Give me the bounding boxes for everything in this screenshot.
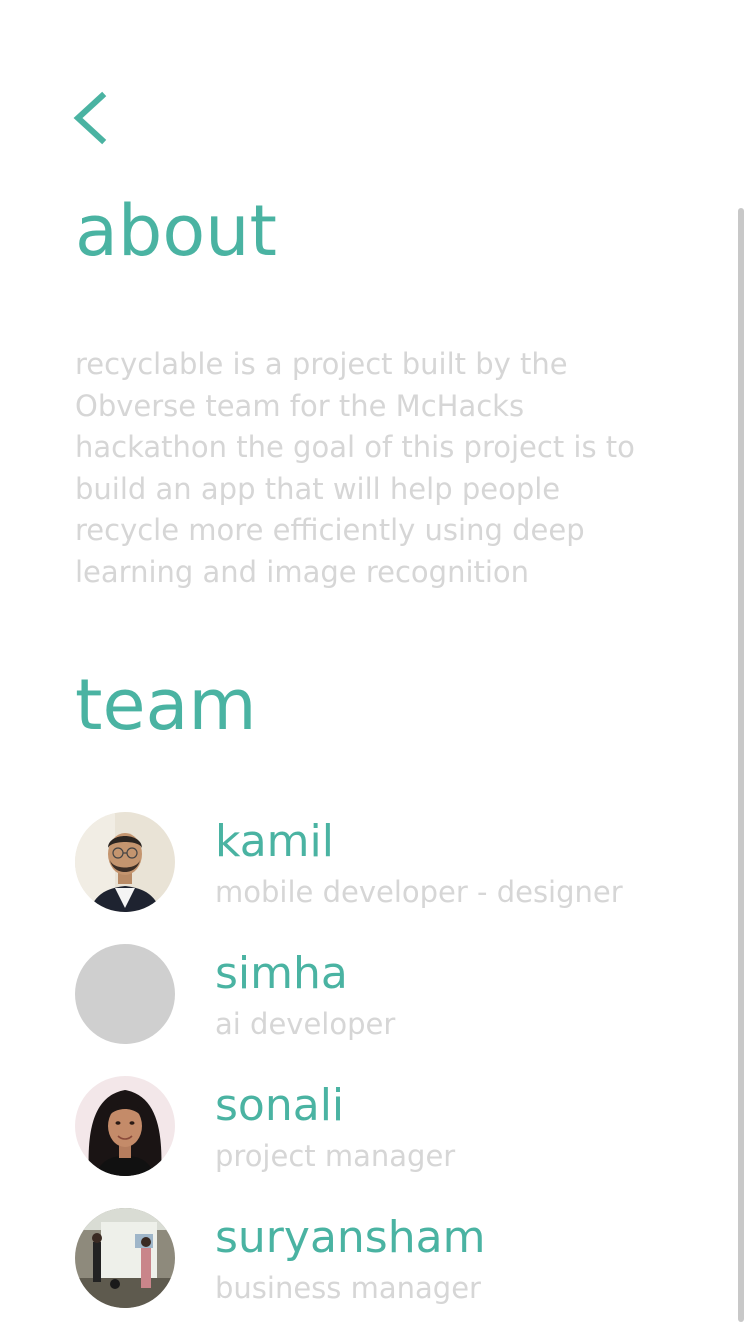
team-member-kamil[interactable]: kamil mobile developer - designer [75,812,675,912]
back-button[interactable] [70,88,118,148]
team-member-sonali[interactable]: sonali project manager [75,1076,675,1176]
member-role: business manager [215,1271,481,1305]
about-title: about [75,190,277,272]
member-role: project manager [215,1139,456,1173]
member-role: mobile developer - designer [215,875,623,909]
team-member-simha[interactable]: simha ai developer [75,944,675,1044]
scrollbar[interactable] [738,208,744,1322]
team-member-suryansham[interactable]: suryansham business manager [75,1208,675,1308]
avatar [75,1208,175,1308]
member-role: ai developer [215,1007,396,1041]
chevron-left-icon [73,91,107,145]
member-name: sonali [215,1080,345,1131]
member-name: suryansham [215,1212,486,1263]
member-name: simha [215,948,348,999]
avatar-placeholder [75,944,175,1044]
member-name: kamil [215,816,334,867]
about-description: recyclable is a project built by the Obv… [75,347,635,589]
avatar [75,812,175,912]
avatar [75,1076,175,1176]
team-title: team [75,664,257,746]
